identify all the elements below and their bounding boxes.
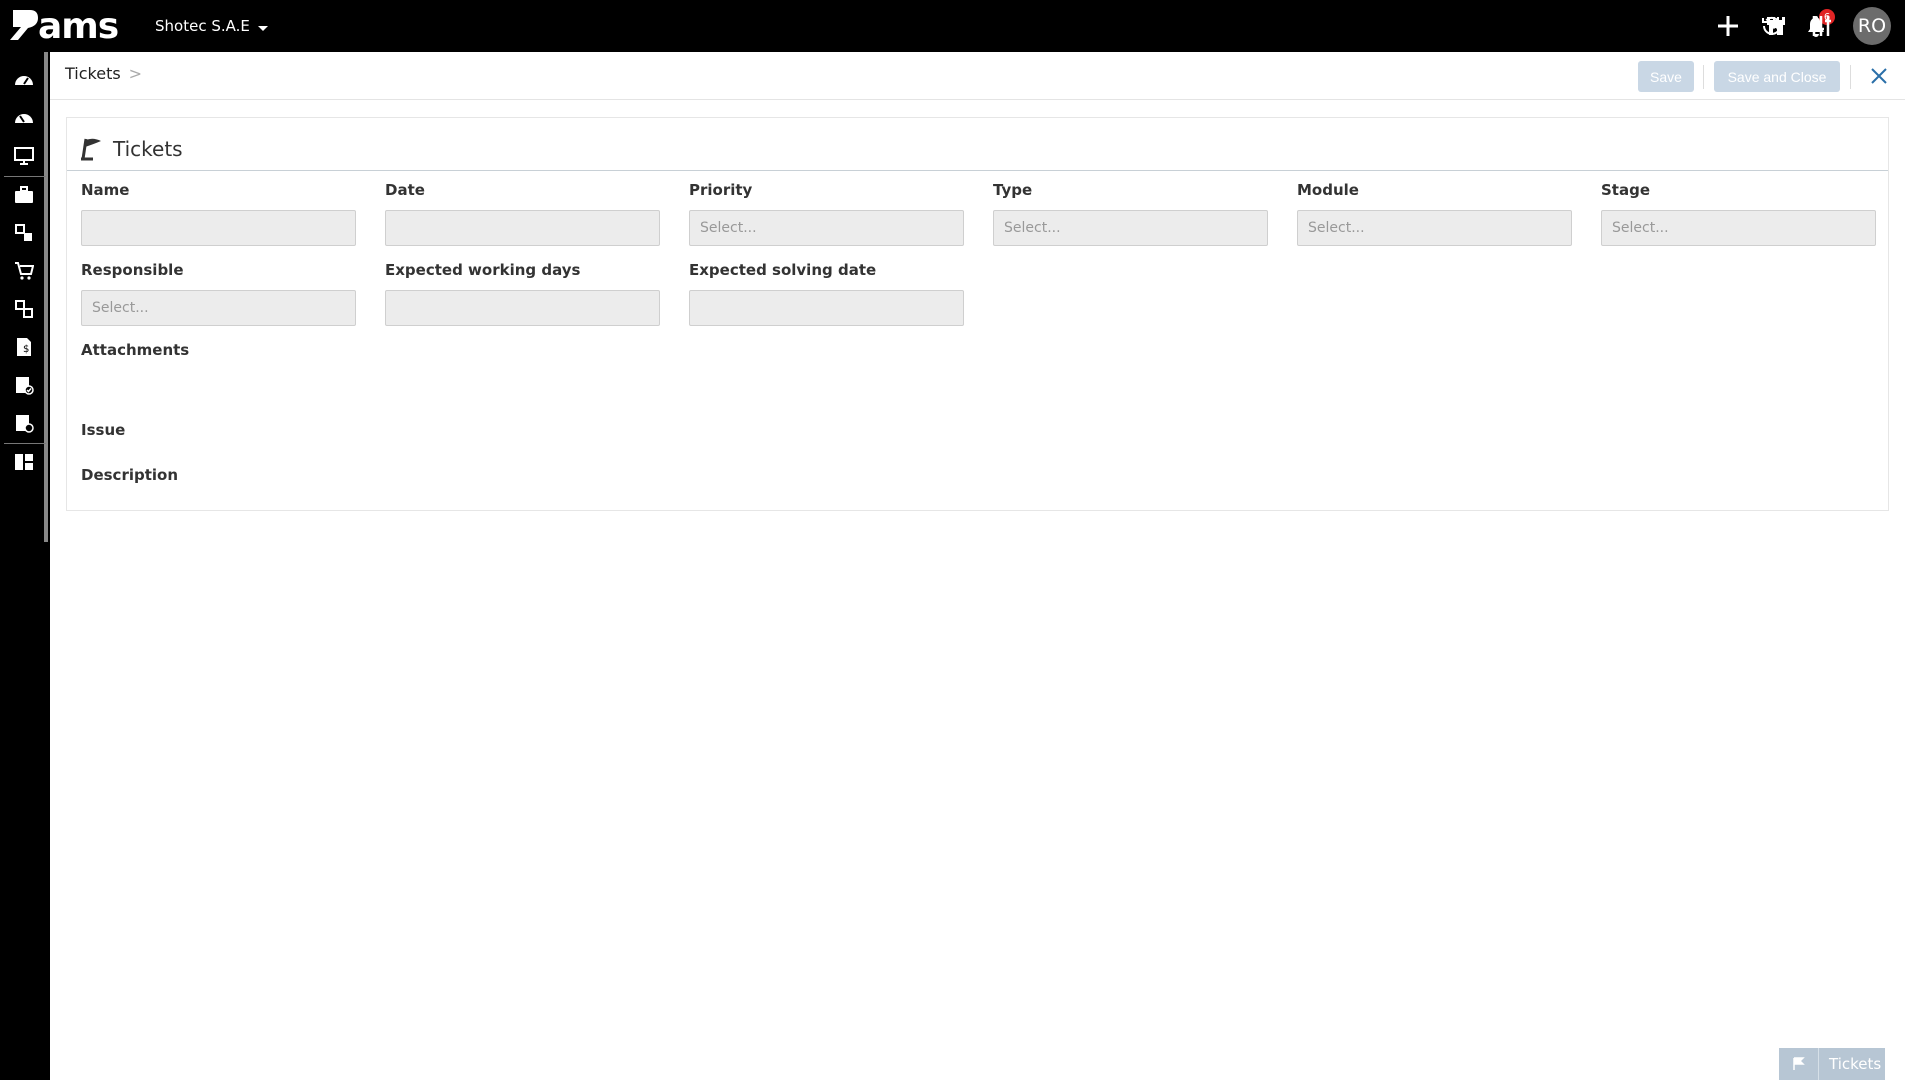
page-header: Tickets > Save Save and Close: [50, 52, 1905, 100]
settings-doc-icon[interactable]: [12, 411, 36, 435]
type-select[interactable]: Select...: [993, 210, 1268, 246]
description-label: Description: [81, 466, 179, 484]
type-label: Type: [993, 181, 1033, 199]
logo-text: ams: [38, 5, 119, 47]
app-logo[interactable]: ams: [10, 4, 119, 48]
stock-icon[interactable]: [12, 221, 36, 245]
sidebar-scrollbar[interactable]: [44, 52, 48, 542]
priority-select[interactable]: Select...: [689, 210, 964, 246]
stage-select[interactable]: Select...: [1601, 210, 1876, 246]
chevron-down-icon: [257, 25, 268, 31]
save-button[interactable]: Save: [1638, 61, 1694, 92]
logo-mark-icon: [10, 10, 38, 40]
save-and-close-button[interactable]: Save and Close: [1714, 61, 1840, 92]
expected-working-days-label: Expected working days: [385, 261, 581, 279]
card-divider: [67, 170, 1888, 171]
date-input[interactable]: [385, 210, 660, 246]
responsible-select[interactable]: Select...: [81, 290, 356, 326]
company-selector[interactable]: Shotec S.A.E: [155, 17, 268, 35]
card-title: Tickets: [113, 137, 183, 161]
breadcrumb-tickets[interactable]: Tickets: [65, 64, 121, 83]
breadcrumb-separator: >: [128, 64, 143, 83]
dashboard-icon[interactable]: [12, 68, 36, 92]
cart-icon[interactable]: [12, 259, 36, 283]
module-label: Module: [1297, 181, 1359, 199]
toolbar-divider: [1703, 65, 1704, 89]
bottom-tab-label: Tickets: [1829, 1055, 1882, 1073]
sliders-icon[interactable]: [1807, 12, 1835, 40]
responsible-label: Responsible: [81, 261, 184, 279]
flag-icon: [81, 138, 101, 161]
close-icon[interactable]: [1867, 64, 1891, 88]
briefcase-icon[interactable]: [12, 183, 36, 207]
dashboard-alt-icon[interactable]: [12, 106, 36, 130]
sidebar-divider: [4, 176, 46, 177]
invoice-icon[interactable]: $: [12, 335, 36, 359]
priority-label: Priority: [689, 181, 753, 199]
approved-doc-icon[interactable]: [12, 373, 36, 397]
svg-text:$: $: [23, 344, 29, 355]
expected-working-days-input[interactable]: [385, 290, 660, 326]
sidebar-divider: [4, 443, 46, 444]
flag-icon: [1779, 1048, 1819, 1080]
card-header: Tickets: [81, 134, 183, 164]
monitor-icon[interactable]: [12, 144, 36, 168]
stage-label: Stage: [1601, 181, 1651, 199]
apps-icon[interactable]: [12, 450, 36, 474]
issue-label: Issue: [81, 421, 126, 439]
date-label: Date: [385, 181, 425, 199]
company-name: Shotec S.A.E: [155, 17, 250, 35]
castle-icon[interactable]: [1762, 12, 1790, 40]
bottom-tab-tickets[interactable]: Tickets: [1779, 1048, 1885, 1080]
breadcrumb: Tickets >: [65, 64, 142, 83]
attachments-label: Attachments: [81, 341, 190, 359]
user-avatar[interactable]: RO: [1853, 7, 1891, 45]
toolbar-divider: [1850, 65, 1851, 89]
top-bar: ams Shotec S.A.E 6 RO: [0, 0, 1905, 52]
tickets-form-card: Tickets Name Date Priority Select... Typ…: [66, 117, 1889, 511]
inventory-icon[interactable]: [12, 297, 36, 321]
expected-solving-date-input[interactable]: [689, 290, 964, 326]
name-input[interactable]: [81, 210, 356, 246]
sidebar: $: [0, 52, 50, 1080]
add-icon[interactable]: [1714, 12, 1742, 40]
name-label: Name: [81, 181, 130, 199]
module-select[interactable]: Select...: [1297, 210, 1572, 246]
expected-solving-date-label: Expected solving date: [689, 261, 877, 279]
